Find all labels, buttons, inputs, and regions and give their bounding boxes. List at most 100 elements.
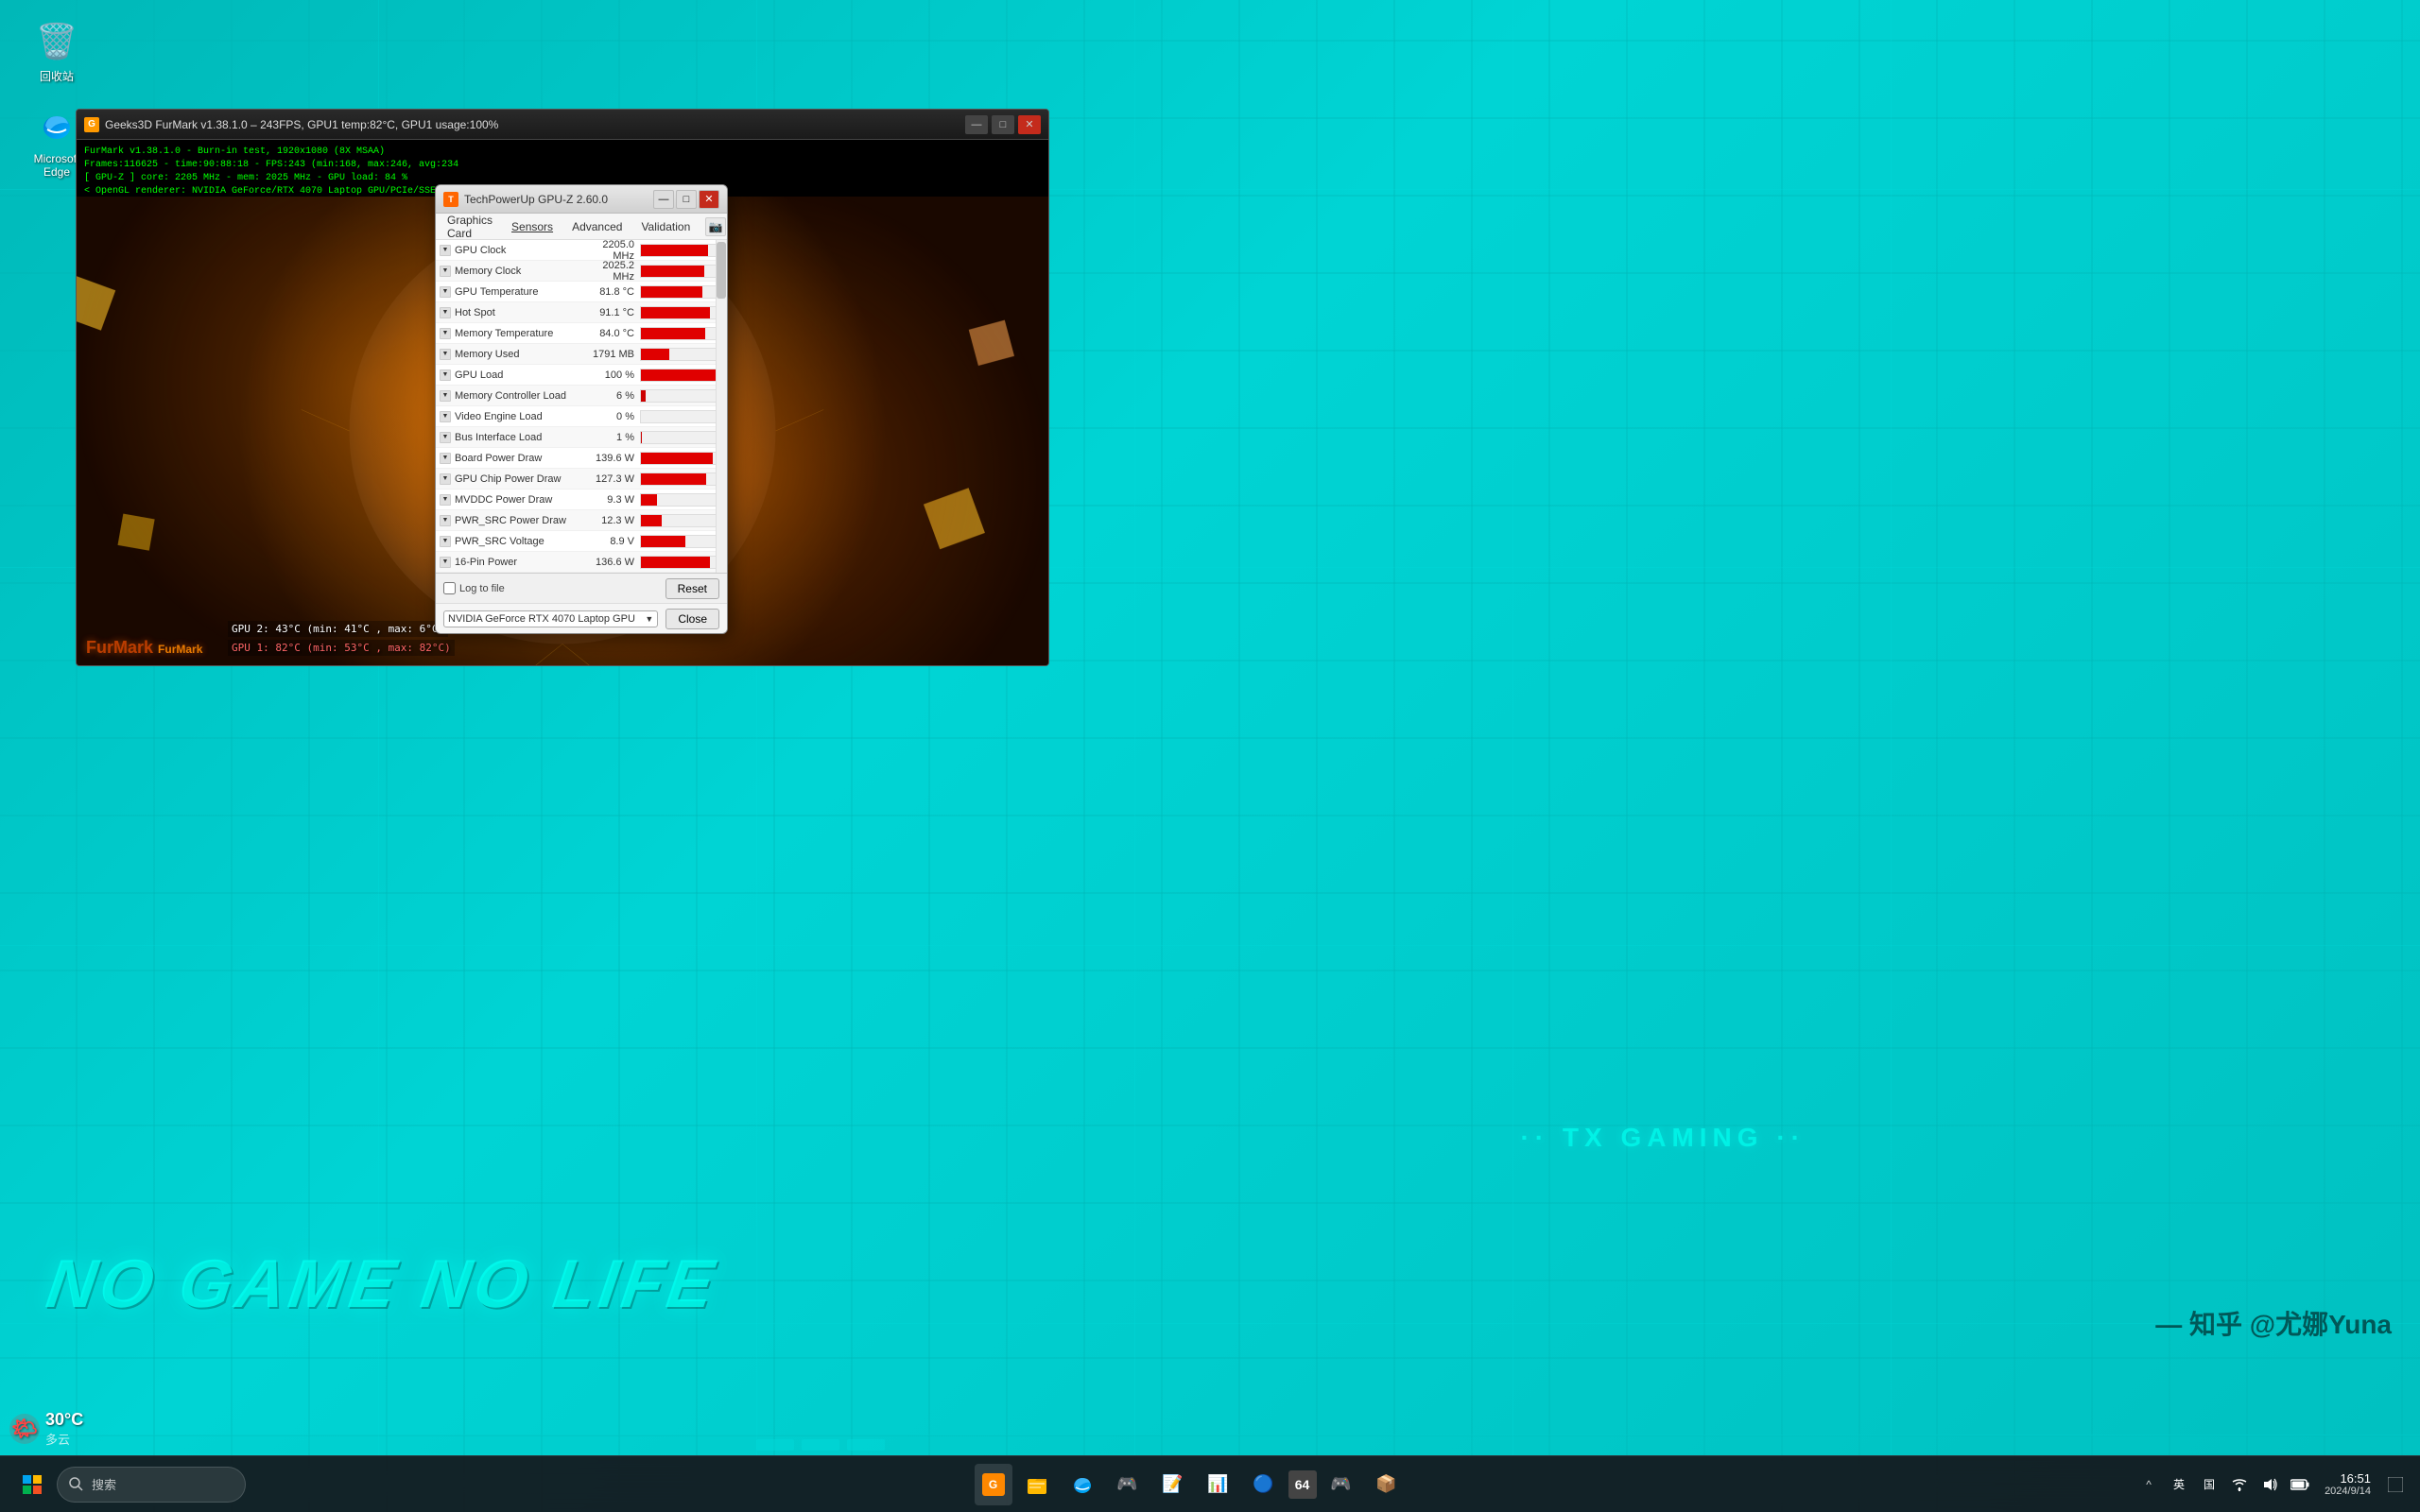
sensor-dropdown-hot-spot[interactable]: ▼ [440, 307, 451, 318]
sensor-bar-gpu-load [640, 369, 723, 382]
taskbar-left: 搜索 [11, 1464, 246, 1505]
sensor-dropdown-pwr-src-voltage[interactable]: ▼ [440, 536, 451, 547]
log-to-file-checkbox[interactable] [443, 582, 456, 594]
sensor-name-16pin-power: ▼ 16-Pin Power [440, 557, 586, 568]
sensors-scrollbar-thumb[interactable] [717, 242, 726, 299]
taskbar-furmark-item[interactable]: G [975, 1464, 1012, 1505]
sensor-bar-video-engine-load [640, 410, 723, 423]
sensor-dropdown-memory-temperature[interactable]: ▼ [440, 328, 451, 339]
gpuz-close-button[interactable]: ✕ [699, 190, 719, 209]
tab-validation[interactable]: Validation [637, 218, 694, 235]
tray-input-icon[interactable]: 国 [2196, 1466, 2222, 1503]
sensor-row-memory-controller-load: ▼ Memory Controller Load 6 % [436, 386, 727, 406]
sensor-dropdown-mvddc-power-draw[interactable]: ▼ [440, 494, 451, 506]
sensor-bar-fill-pwr-src-power-draw [641, 515, 662, 526]
furmark-console-line-1: FurMark v1.38.1.0 - Burn-in test, 1920x1… [84, 146, 1041, 159]
sensors-scrollbar[interactable] [716, 240, 727, 573]
notification-button[interactable] [2382, 1466, 2409, 1503]
tray-language-icon[interactable]: 英 [2166, 1466, 2192, 1503]
sensor-dropdown-gpu-clock[interactable]: ▼ [440, 245, 451, 256]
tray-volume-icon[interactable] [2256, 1466, 2283, 1503]
taskbar-word[interactable]: 📝 [1152, 1464, 1194, 1505]
gpuz-screenshot-button[interactable]: 📷 [705, 217, 726, 236]
sensors-list: ▼ GPU Clock 2205.0 MHz ▼ Memory Clock 20… [436, 240, 727, 573]
sensor-name-gpu-clock: ▼ GPU Clock [440, 245, 586, 256]
gpuz-close-dialog-button[interactable]: Close [666, 609, 719, 629]
sensor-value-mvddc-power-draw: 9.3 W [586, 494, 638, 506]
gpu-select-dropdown[interactable]: NVIDIA GeForce RTX 4070 Laptop GPU ▼ [443, 610, 658, 627]
sensor-dropdown-gpu-temperature[interactable]: ▼ [440, 286, 451, 298]
search-bar[interactable]: 搜索 [57, 1467, 246, 1503]
taskbar-edge[interactable] [1062, 1464, 1103, 1505]
sensor-dropdown-gpu-chip-power-draw[interactable]: ▼ [440, 473, 451, 485]
sensor-name-memory-clock: ▼ Memory Clock [440, 266, 586, 277]
sensor-bar-fill-memory-clock [641, 266, 704, 277]
gpuz-title-text: TechPowerUp GPU-Z 2.60.0 [464, 193, 648, 206]
sensor-bar-board-power-draw [640, 452, 723, 465]
gpuz-titlebar: T TechPowerUp GPU-Z 2.60.0 — □ ✕ [436, 185, 727, 214]
gpuz-reset-button[interactable]: Reset [666, 578, 719, 599]
sensor-dropdown-bus-interface-load[interactable]: ▼ [440, 432, 451, 443]
recycle-bin-icon[interactable]: 🗑️ 回收站 [19, 19, 95, 84]
furmark-console-line-3: [ GPU-Z ] core: 2205 MHz - mem: 2025 MHz… [84, 172, 1041, 185]
sensor-value-pwr-src-power-draw: 12.3 W [586, 515, 638, 526]
tray-expand-button[interactable]: ^ [2135, 1466, 2162, 1503]
sensor-name-gpu-temperature: ▼ GPU Temperature [440, 286, 586, 298]
zhihu-watermark: — 知乎 @尤娜Yuna [2155, 1304, 2392, 1342]
tray-battery-icon[interactable] [2287, 1466, 2313, 1503]
gpuz-title-icon: T [443, 192, 458, 207]
sensor-name-memory-controller-load: ▼ Memory Controller Load [440, 390, 586, 402]
sensor-dropdown-memory-controller-load[interactable]: ▼ [440, 390, 451, 402]
tx-gaming-text: ·· TX GAMING ·· [1520, 1123, 1806, 1153]
sensor-row-16pin-power: ▼ 16-Pin Power 136.6 W [436, 552, 727, 573]
sensor-dropdown-gpu-load[interactable]: ▼ [440, 369, 451, 381]
sensor-dropdown-memory-clock[interactable]: ▼ [440, 266, 451, 277]
sensor-name-memory-used: ▼ Memory Used [440, 349, 586, 360]
sensor-row-hot-spot: ▼ Hot Spot 91.1 °C [436, 302, 727, 323]
sensor-dropdown-video-engine-load[interactable]: ▼ [440, 411, 451, 422]
sensor-value-memory-temperature: 84.0 °C [586, 328, 638, 339]
sensor-bar-fill-memory-used [641, 349, 669, 360]
sensor-dropdown-memory-used[interactable]: ▼ [440, 349, 451, 360]
taskbar-file-manager[interactable] [1016, 1464, 1058, 1505]
furmark-close-button[interactable]: ✕ [1018, 115, 1041, 134]
weather-widget[interactable]: 🌤 30°C 多云 [9, 1410, 83, 1448]
tray-network-icon[interactable] [2226, 1466, 2253, 1503]
sensor-name-bus-interface-load: ▼ Bus Interface Load [440, 432, 586, 443]
search-placeholder: 搜索 [92, 1475, 116, 1493]
tab-advanced[interactable]: Advanced [568, 218, 626, 235]
taskbar-app1[interactable]: 🔵 [1243, 1464, 1285, 1505]
sensor-name-board-power-draw: ▼ Board Power Draw [440, 453, 586, 464]
start-button[interactable] [11, 1464, 53, 1505]
edge-taskbar-icon [1071, 1473, 1094, 1496]
furmark-minimize-button[interactable]: — [965, 115, 988, 134]
taskbar-excel[interactable]: 📊 [1198, 1464, 1239, 1505]
network-icon [2231, 1478, 2248, 1491]
tab-sensors[interactable]: Sensors [508, 218, 557, 235]
sensors-panel: ▼ GPU Clock 2205.0 MHz ▼ Memory Clock 20… [436, 240, 727, 573]
taskbar-64[interactable]: 64 [1288, 1470, 1317, 1499]
sensor-bar-fill-memory-temperature [641, 328, 705, 339]
sensor-bar-fill-gpu-clock [641, 245, 708, 256]
sensor-dropdown-pwr-src-power-draw[interactable]: ▼ [440, 515, 451, 526]
sensor-bar-pwr-src-power-draw [640, 514, 723, 527]
clock-area[interactable]: 16:51 2024/9/14 [2321, 1471, 2375, 1497]
gpuz-maximize-button[interactable]: □ [676, 190, 697, 209]
gpu-select-value: NVIDIA GeForce RTX 4070 Laptop GPU [448, 613, 641, 625]
sensor-bar-memory-used [640, 348, 723, 361]
clock-date: 2024/9/14 [2325, 1486, 2371, 1497]
furmark-gpu1-overlay: GPU 1: 82°C (min: 53°C , max: 82°C) [228, 640, 455, 656]
taskbar-game[interactable]: 🎮 [1107, 1464, 1149, 1505]
gpuz-window: T TechPowerUp GPU-Z 2.60.0 — □ ✕ Graphic… [435, 184, 728, 634]
taskbar-game2[interactable]: 🎮 [1321, 1464, 1362, 1505]
sensor-dropdown-board-power-draw[interactable]: ▼ [440, 453, 451, 464]
sensor-value-board-power-draw: 139.6 W [586, 453, 638, 464]
sensor-bar-fill-pwr-src-voltage [641, 536, 685, 547]
weather-temperature: 30°C [45, 1410, 83, 1430]
taskbar-app2[interactable]: 📦 [1366, 1464, 1408, 1505]
sensor-dropdown-16pin-power[interactable]: ▼ [440, 557, 451, 568]
gpuz-minimize-button[interactable]: — [653, 190, 674, 209]
sensor-row-pwr-src-voltage: ▼ PWR_SRC Voltage 8.9 V [436, 531, 727, 552]
furmark-maximize-button[interactable]: □ [992, 115, 1014, 134]
tab-graphics-card[interactable]: Graphics Card [443, 212, 496, 242]
